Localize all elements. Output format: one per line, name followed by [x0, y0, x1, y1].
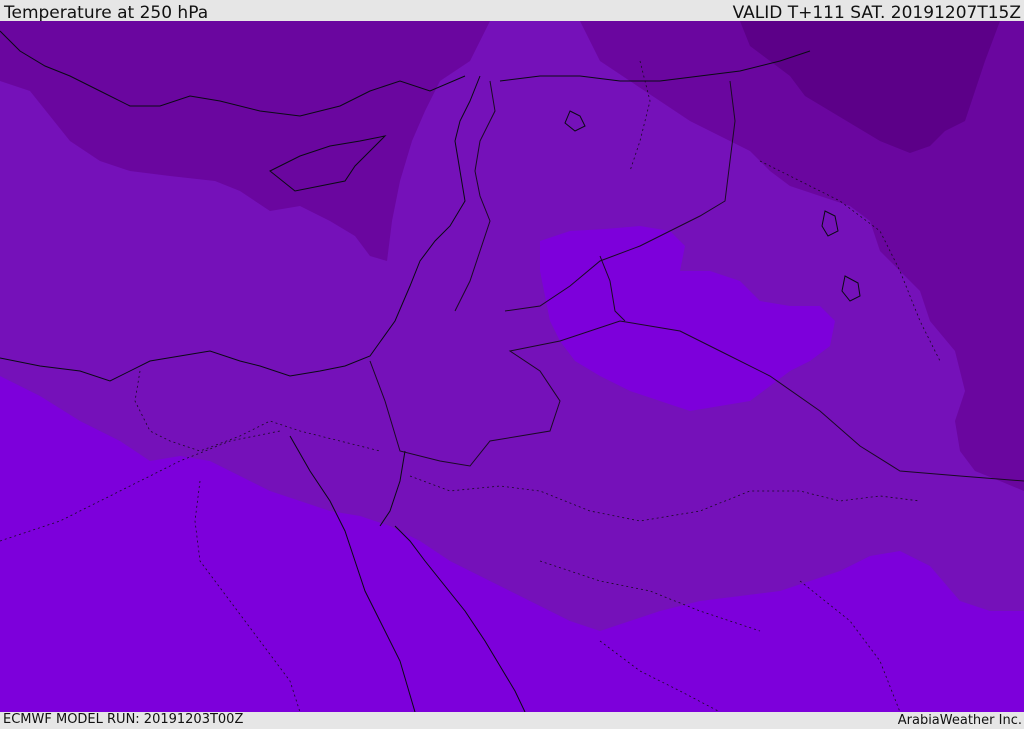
header-bar: Temperature at 250 hPa VALID T+111 SAT. … [0, 0, 1024, 23]
footer-bar: ECMWF MODEL RUN: 20191203T00Z ArabiaWeat… [0, 712, 1024, 729]
model-run-label: ECMWF MODEL RUN: 20191203T00Z [3, 712, 244, 727]
map-title: Temperature at 250 hPa [4, 3, 209, 23]
map-frame: Temperature at 250 hPa VALID T+111 SAT. … [0, 0, 1024, 729]
credit-label: ArabiaWeather Inc. [897, 713, 1022, 728]
valid-time-label: VALID T+111 SAT. 20191207T15Z [732, 3, 1021, 23]
temperature-map [0, 21, 1024, 712]
